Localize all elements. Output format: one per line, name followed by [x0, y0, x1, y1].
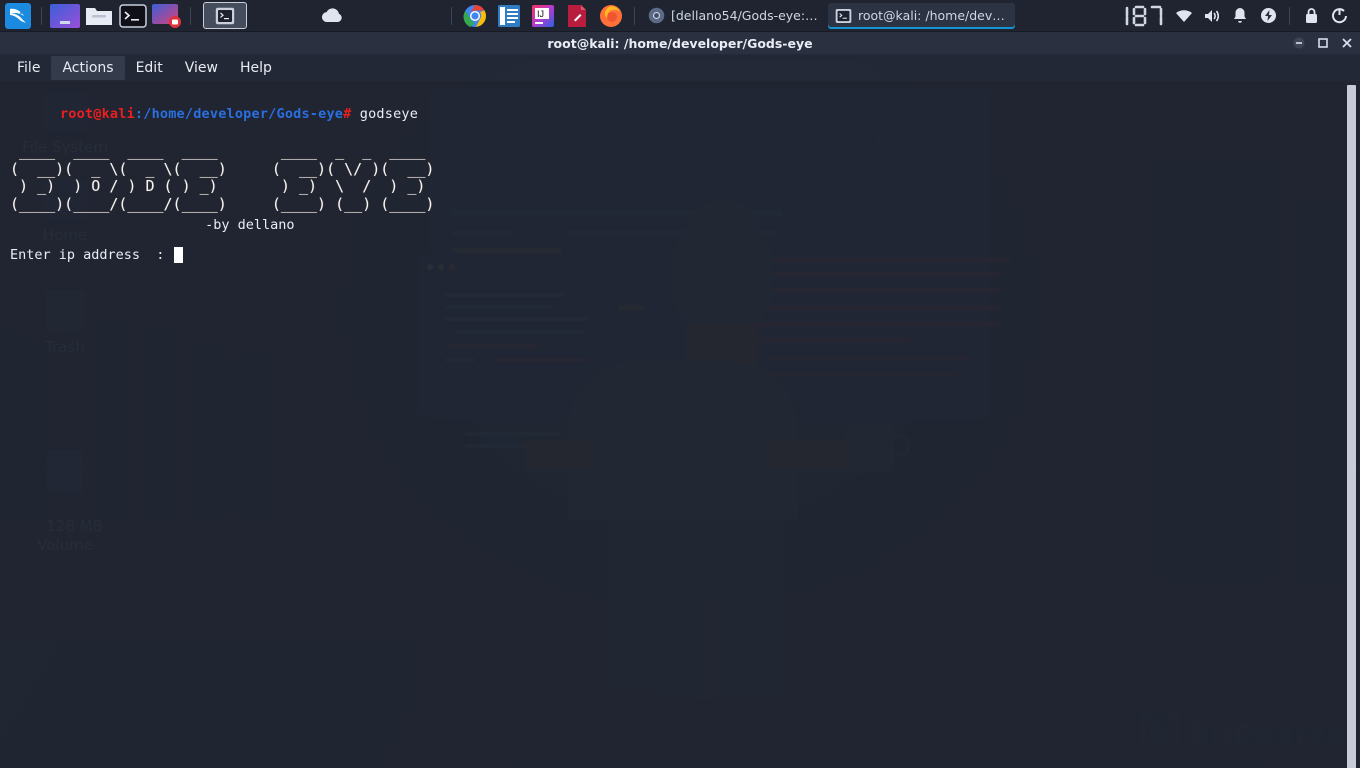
window-button-terminal[interactable]: [203, 2, 247, 29]
panel-separator-2: [190, 6, 191, 25]
menu-file[interactable]: File: [6, 56, 51, 80]
logout-icon[interactable]: [1326, 0, 1352, 32]
screen-recorder-icon[interactable]: [152, 1, 182, 31]
menu-view[interactable]: View: [174, 56, 229, 80]
task-label: [dellano54/Gods-eye: IP ...: [671, 8, 821, 23]
terminal-screen[interactable]: root@kali:/home/developer/Gods-eye# gods…: [0, 81, 1360, 768]
panel-separator-4: [634, 6, 635, 25]
terminal-window[interactable]: root@kali: /home/developer/Gods-eye File…: [0, 32, 1360, 768]
lock-icon[interactable]: [1298, 0, 1324, 32]
menu-actions[interactable]: Actions: [51, 55, 125, 80]
chromium-icon: [648, 7, 665, 24]
volume-icon[interactable]: [1199, 0, 1225, 32]
prompt-user: root@kali: [59, 106, 135, 122]
minimize-button[interactable]: [1292, 36, 1306, 50]
terminal-emulator-icon[interactable]: [50, 1, 80, 31]
workspace-switcher[interactable]: [1123, 0, 1169, 32]
menu-edit[interactable]: Edit: [125, 56, 174, 80]
terminal-icon[interactable]: [118, 1, 148, 31]
task-label: root@kali: /home/develo...: [858, 8, 1008, 23]
panel-separator: [41, 6, 42, 25]
system-tray[interactable]: [1123, 0, 1360, 32]
svg-text:IJ: IJ: [537, 9, 544, 19]
shell-command: godseye: [359, 106, 419, 122]
godseye-ascii-banner: ____ ____ ____ ____ ____ _ _ ____ ( __)(…: [10, 142, 435, 213]
text-editor-icon[interactable]: [494, 1, 524, 31]
menubar[interactable]: File Actions Edit View Help: [0, 54, 1360, 81]
window-titlebar[interactable]: root@kali: /home/developer/Gods-eye: [0, 32, 1360, 54]
window-title: root@kali: /home/developer/Gods-eye: [547, 35, 813, 51]
notification-bell-icon[interactable]: [1227, 0, 1253, 32]
task-chrome-godseye[interactable]: [dellano54/Gods-eye: IP ...: [641, 3, 828, 29]
maximize-button[interactable]: [1316, 36, 1330, 50]
ip-address-prompt-label: Enter ip address :: [10, 247, 173, 263]
window-controls[interactable]: [1292, 36, 1354, 50]
tray-separator: [1289, 6, 1290, 25]
shell-prompt-line: root@kali:/home/developer/Gods-eye# gods…: [10, 87, 1350, 141]
terminal-scrollbar[interactable]: [1347, 85, 1356, 768]
top-panel[interactable]: IJ [dellano54/Gods-eye: IP ... root@kali…: [0, 0, 1360, 32]
intellij-idea-icon[interactable]: IJ: [528, 1, 558, 31]
firefox-icon[interactable]: [596, 1, 626, 31]
file-manager-icon[interactable]: [84, 1, 114, 31]
text-cursor: [173, 247, 183, 263]
pdf-icon[interactable]: [562, 1, 592, 31]
prompt-path: :/home/developer/Gods-eye: [134, 106, 344, 122]
banner-byline: -by dellano: [10, 217, 295, 233]
chromium-icon[interactable]: [460, 1, 490, 31]
wifi-icon[interactable]: [1171, 0, 1197, 32]
menu-help[interactable]: Help: [229, 56, 283, 80]
kali-menu-icon[interactable]: [3, 1, 33, 31]
prompt-symbol: #: [343, 106, 360, 122]
cloud-icon[interactable]: [319, 0, 347, 32]
panel-separator-3: [451, 6, 452, 25]
power-icon[interactable]: [1255, 0, 1281, 32]
ip-address-prompt[interactable]: Enter ip address :: [10, 246, 1350, 264]
task-terminal-kali[interactable]: root@kali: /home/develo...: [828, 2, 1015, 29]
close-button[interactable]: [1340, 36, 1354, 50]
terminal-icon: [835, 8, 852, 23]
